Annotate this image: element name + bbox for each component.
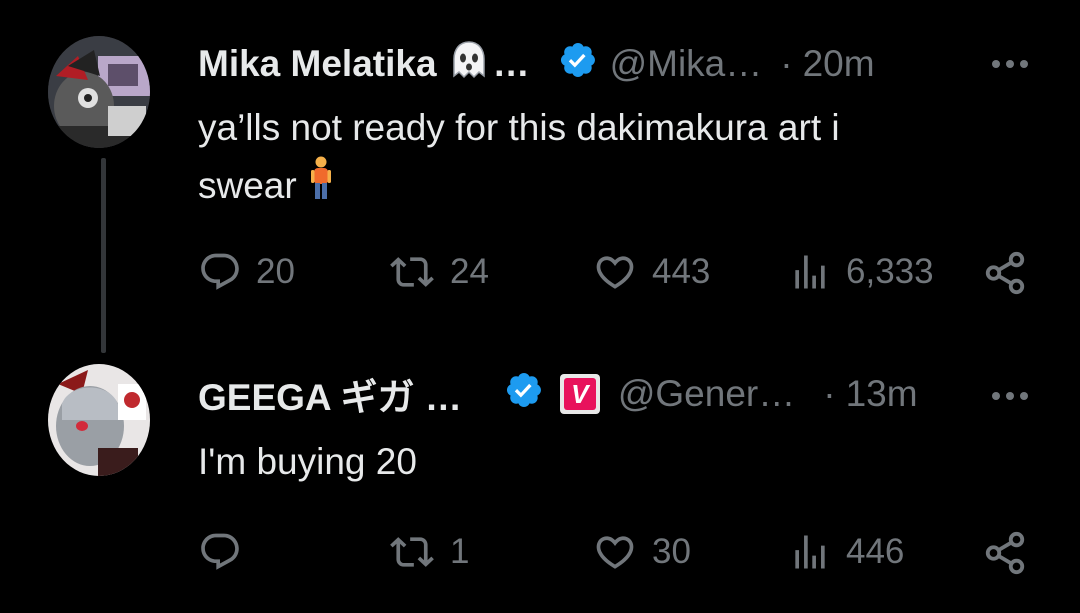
tweet-text-line-1: ya’lls not ready for this dakimakura art…: [198, 107, 840, 148]
tweet-text-line-2: swear: [198, 165, 297, 206]
share-button[interactable]: [982, 250, 1028, 296]
verified-icon[interactable]: [502, 369, 544, 420]
like-count: 30: [652, 532, 691, 571]
reply-icon: [201, 253, 239, 290]
like-icon: [596, 256, 634, 289]
tweet-actions: 20 24 443 6,333: [198, 244, 1038, 304]
tweet-text-line-1: I'm buying 20: [198, 441, 417, 482]
more-icon[interactable]: [992, 392, 1028, 400]
repost-button[interactable]: 1: [388, 530, 469, 574]
reply-button[interactable]: [198, 530, 256, 574]
more-icon[interactable]: [992, 60, 1028, 68]
repost-count: 24: [450, 252, 489, 291]
tweet-text: ya’lls not ready for this dakimakura art…: [198, 100, 998, 216]
like-count: 443: [652, 252, 711, 291]
verified-icon[interactable]: [556, 39, 598, 90]
repost-button[interactable]: 24: [388, 250, 489, 294]
share-button[interactable]: [982, 530, 1028, 576]
avatar-image: [48, 36, 150, 148]
timestamp[interactable]: 20m: [803, 43, 875, 85]
handle[interactable]: @Gener…: [618, 373, 795, 415]
tweet-actions: 1 30 446: [198, 524, 1038, 584]
tweet-text-line-2-row: swear: [198, 156, 998, 216]
reply-count: 20: [256, 252, 295, 291]
reply-button[interactable]: 20: [198, 250, 295, 294]
repost-icon: [390, 537, 434, 567]
avatar[interactable]: [48, 36, 150, 148]
views-icon: [795, 255, 825, 289]
like-icon: [596, 536, 634, 569]
views-count: 6,333: [846, 252, 934, 291]
tweet-text: I'm buying 20: [198, 434, 998, 490]
repost-icon: [390, 257, 434, 287]
avatar[interactable]: [48, 364, 150, 476]
views-count: 446: [846, 532, 905, 571]
display-name-ellipsis: …: [492, 43, 530, 84]
avatar-image: [48, 364, 150, 476]
like-button[interactable]: 30: [592, 530, 691, 574]
timestamp[interactable]: 13m: [846, 373, 918, 415]
affiliate-badge-letter: V: [563, 378, 596, 410]
affiliate-badge[interactable]: V: [559, 374, 600, 414]
repost-count: 1: [450, 532, 470, 571]
ghost-icon: [449, 39, 489, 90]
thread-line: [101, 158, 106, 353]
share-icon: [985, 531, 1025, 575]
person-standing-emoji: [309, 156, 333, 216]
tweet-header: Mika Melatika … @Mika… · 20m: [198, 34, 875, 94]
separator-dot: ·: [780, 43, 793, 84]
reply-icon: [201, 533, 239, 570]
share-icon: [985, 251, 1025, 295]
display-name[interactable]: Mika Melatika: [198, 43, 437, 85]
handle[interactable]: @Mika…: [610, 43, 763, 85]
views-button[interactable]: 446: [788, 530, 904, 574]
tweet-header: GEEGA ギガ … V @Gener… · 13m: [198, 364, 918, 424]
views-button[interactable]: 6,333: [788, 250, 934, 294]
like-button[interactable]: 443: [592, 250, 710, 294]
display-name[interactable]: GEEGA ギガ …: [198, 367, 462, 421]
separator-dot: ·: [823, 373, 836, 414]
views-icon: [795, 535, 825, 569]
